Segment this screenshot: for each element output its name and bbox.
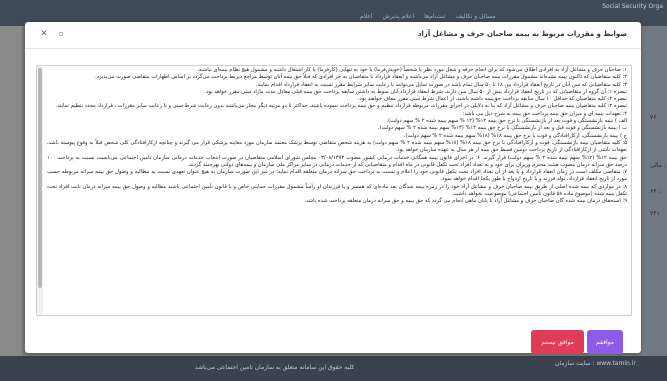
terms-paragraph: ۹: استحقاق درمان بیمه شده گان صاحبان حرف… [304,198,627,205]
brand-text: Social Security Orga [602,3,663,10]
background-right-panel: ۷۶ مالی : ۶۴ : ۷۴۱ [644,26,667,356]
nav-item[interactable]: مسائل و تکالیف [456,13,496,20]
background-value: مالی : [650,162,666,169]
background-value: ۷۶ [650,114,657,121]
footer-copyright: کلیه حقوق این سامانه متعلق به سازمان تام… [195,364,355,371]
footer-url[interactable]: سایت سازمان : www.tamin.ir [555,360,636,367]
close-icon[interactable]: ✕ [38,28,50,40]
terms-paragraph: ۷: متقاضی مکلف است در زمان انعقاد قراردا… [47,169,627,183]
maximize-icon[interactable]: ▫ [55,28,67,40]
disagree-button[interactable]: موافق نیستم [531,330,584,354]
modal-title: ضوابط و مقررات مربوط به بیمه صاحبان حرف … [417,30,627,38]
modal-header: ✕ ▫ ضوابط و مقررات مربوط به بیمه صاحبان … [25,22,641,49]
terms-paragraph: ۸: در مواردی که بیمه شده اصلی از طریق بی… [47,183,627,198]
terms-content: ۱: صاحبان حرف و مشاغل آزاد به افرادی اطل… [47,67,627,206]
terms-modal: ✕ ▫ ضوابط و مقررات مربوط به بیمه صاحبان … [25,22,641,354]
terms-paragraph: ج ) بیمه بازنشستگی، ازکارافتادگی و فوت ب… [403,132,627,139]
nav-item[interactable]: اعلام [360,13,373,20]
terms-paragraph: حق بیمه ۱۲% (۱۲% سهم بیمه شده ۲ % سهم دو… [47,154,627,168]
terms-paragraph: ۲: کلیه متقاضیان که تاکنون بیمه نشده‌اند… [94,74,627,81]
nav-item[interactable]: اعلام پذیرش [383,13,415,20]
background-left-panel [0,26,22,356]
terms-paragraph: تبصره ۱: آن گروه از متقاضیانی که در تاری… [204,88,627,95]
agree-button[interactable]: موافقم [587,330,623,354]
background-value: ۶۴ : [650,188,661,195]
terms-textbox[interactable]: ۱: صاحبان حرف و مشاغل آزاد به افرادی اطل… [36,65,632,316]
background-nav: مسائل و تکالیف ثبت‌نام‌ها اعلام پذیرش اع… [360,13,496,20]
background-value: ۷۴۱ [650,210,660,217]
scrollbar[interactable] [37,66,43,315]
nav-item[interactable]: ثبت‌نام‌ها [424,13,446,20]
terms-paragraph: ۴: تعهدات بیمه ای و میزان حق بیمه پرداخت… [462,110,627,117]
background-footer: سایت سازمان : www.tamin.ir کلیه حقوق این… [0,356,667,381]
terms-paragraph: تبصره ۳: کلیه متقاضیان بیمه صاحبان حرف و… [55,103,627,110]
scrollbar-thumb[interactable] [38,68,42,288]
terms-paragraph: ۵: کلیه متقاضیان بیمه بازنشستگی، فوت و ا… [47,139,627,154]
terms-paragraph: ۳: کلیه متقاضیانی که سن آنان در تاریخ ان… [255,81,627,88]
terms-paragraph: ب ) بیمه بازنشستگی و فوت قبل و بعد از با… [377,125,627,132]
